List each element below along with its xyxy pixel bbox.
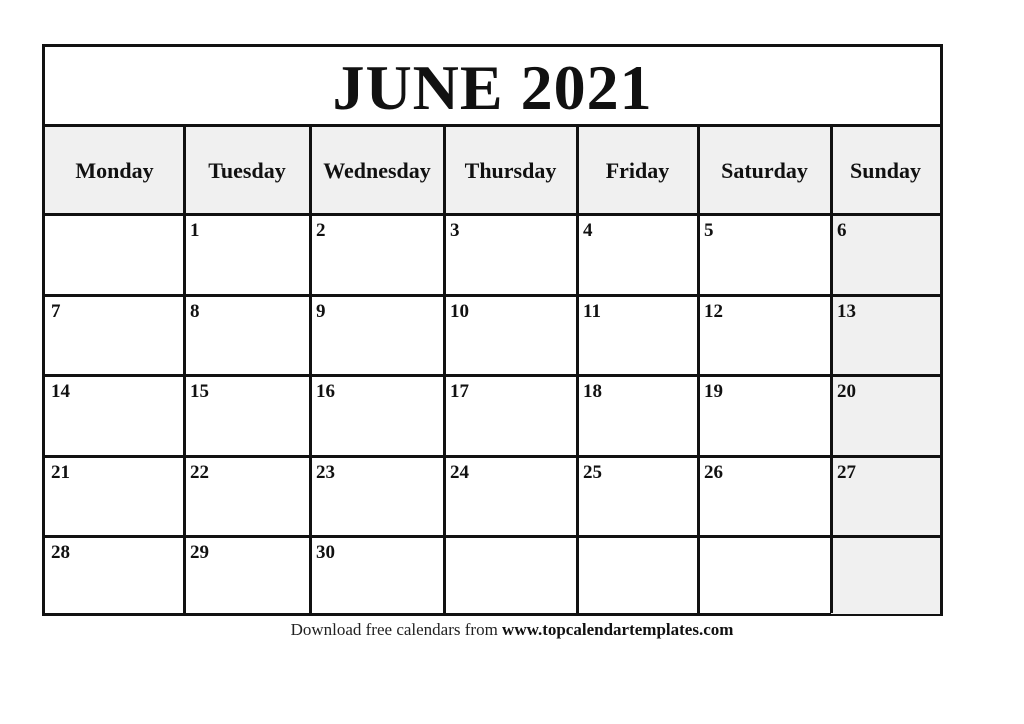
- day-cell-9[interactable]: 9: [310, 295, 444, 375]
- footer: Download free calendars from www.topcale…: [0, 620, 1024, 640]
- day-cell-1[interactable]: 1: [184, 214, 310, 295]
- day-cell-3[interactable]: 3: [444, 214, 577, 295]
- footer-text: Download free calendars from: [290, 620, 503, 639]
- day-cell-25[interactable]: 25: [577, 456, 698, 536]
- row-divider: [45, 294, 940, 297]
- row-divider: [45, 455, 940, 458]
- weekday-header-wednesday: Wednesday: [310, 127, 444, 214]
- weekday-header-sunday: Sunday: [831, 127, 940, 214]
- row-divider: [45, 535, 940, 538]
- day-cell-11[interactable]: 11: [577, 295, 698, 375]
- day-cell-29[interactable]: 29: [184, 536, 310, 614]
- day-cell-24[interactable]: 24: [444, 456, 577, 536]
- day-cell-4[interactable]: 4: [577, 214, 698, 295]
- calendar-grid: Monday Tuesday Wednesday Thursday Friday Satu…: [45, 127, 940, 614]
- day-cell-17[interactable]: 17: [444, 375, 577, 456]
- empty-day-cell[interactable]: [444, 536, 577, 614]
- day-cell-12[interactable]: 12: [698, 295, 831, 375]
- day-cell-2[interactable]: 2: [310, 214, 444, 295]
- column-divider: [309, 127, 312, 613]
- day-cell-10[interactable]: 10: [444, 295, 577, 375]
- column-divider: [183, 127, 186, 613]
- calendar-title: JUNE 2021: [45, 47, 940, 127]
- row-divider: [45, 374, 940, 377]
- day-cell-22[interactable]: 22: [184, 456, 310, 536]
- row-divider: [45, 213, 940, 216]
- day-cell-7[interactable]: 7: [45, 295, 184, 375]
- column-divider: [576, 127, 579, 613]
- day-cell-16[interactable]: 16: [310, 375, 444, 456]
- empty-day-cell[interactable]: [577, 536, 698, 614]
- day-cell-27[interactable]: 27: [831, 456, 940, 536]
- column-divider: [443, 127, 446, 613]
- day-cell-21[interactable]: 21: [45, 456, 184, 536]
- day-cell-8[interactable]: 8: [184, 295, 310, 375]
- empty-day-cell[interactable]: [698, 536, 831, 614]
- day-cell-15[interactable]: 15: [184, 375, 310, 456]
- day-cell-26[interactable]: 26: [698, 456, 831, 536]
- weekday-header-thursday: Thursday: [444, 127, 577, 214]
- footer-link[interactable]: www.topcalendartemplates.com: [502, 620, 733, 639]
- day-cell-14[interactable]: 14: [45, 375, 184, 456]
- day-cell-18[interactable]: 18: [577, 375, 698, 456]
- day-cell-19[interactable]: 19: [698, 375, 831, 456]
- weekday-header-friday: Friday: [577, 127, 698, 214]
- day-cell-6[interactable]: 6: [831, 214, 940, 295]
- day-cell-5[interactable]: 5: [698, 214, 831, 295]
- empty-day-cell[interactable]: [45, 214, 184, 295]
- day-cell-23[interactable]: 23: [310, 456, 444, 536]
- empty-day-cell[interactable]: [831, 536, 940, 614]
- column-divider: [697, 127, 700, 613]
- calendar: JUNE 2021 Monday Tuesday Wednesday Thursday…: [42, 44, 943, 616]
- day-cell-30[interactable]: 30: [310, 536, 444, 614]
- weekday-header-tuesday: Tuesday: [184, 127, 310, 214]
- column-divider: [830, 127, 833, 613]
- day-cell-20[interactable]: 20: [831, 375, 940, 456]
- day-cell-13[interactable]: 13: [831, 295, 940, 375]
- weekday-header-saturday: Saturday: [698, 127, 831, 214]
- day-cell-28[interactable]: 28: [45, 536, 184, 614]
- weekday-header-monday: Monday: [45, 127, 184, 214]
